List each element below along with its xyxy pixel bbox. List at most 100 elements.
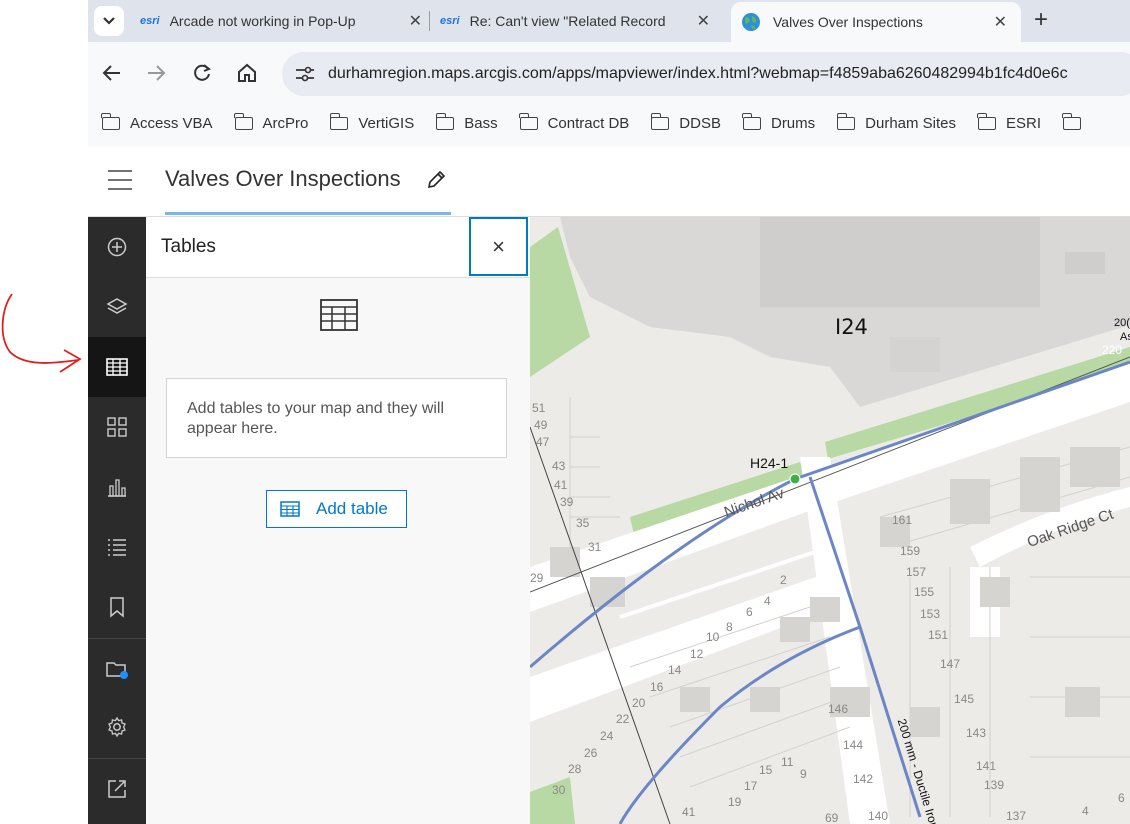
corner-label-c: 220 xyxy=(1102,343,1123,357)
address-label: 31 xyxy=(588,540,602,554)
valve-label: H24-1 xyxy=(750,455,789,471)
layers-button[interactable] xyxy=(88,277,146,337)
tab-search-button[interactable] xyxy=(94,6,124,36)
close-icon: × xyxy=(492,233,505,259)
back-icon[interactable] xyxy=(102,64,122,82)
folder-icon xyxy=(518,112,538,130)
address-label: 143 xyxy=(966,726,987,740)
bookmark-label: ArcPro xyxy=(262,114,309,132)
site-settings-icon[interactable] xyxy=(294,65,316,83)
address-label: 26 xyxy=(584,746,598,760)
address-label: 28 xyxy=(568,762,582,776)
close-tab-icon[interactable]: ✕ xyxy=(994,12,1007,32)
tables-button[interactable] xyxy=(88,337,146,397)
panel-header: Tables × xyxy=(146,217,530,278)
tab-valves-active[interactable]: Valves Over Inspections ✕ xyxy=(731,2,1021,42)
settings-button[interactable] xyxy=(88,697,146,757)
bookmark-arcpro[interactable]: ArcPro xyxy=(233,112,309,132)
address-label: 14 xyxy=(668,663,682,677)
address-label: 147 xyxy=(940,657,961,671)
address-label: 11 xyxy=(781,755,794,769)
corner-label-b: As xyxy=(1120,331,1130,343)
table-icon xyxy=(320,299,358,331)
share-button[interactable] xyxy=(88,759,146,819)
bookmark-label: Durham Sites xyxy=(865,114,957,132)
bar-chart-icon xyxy=(108,479,126,497)
home-icon[interactable] xyxy=(236,63,258,83)
grid-apps-icon xyxy=(107,417,127,437)
bookmark-ddsb[interactable]: DDSB xyxy=(650,112,721,132)
panel-close-button[interactable]: × xyxy=(469,217,528,276)
map-view[interactable]: I24 H24-1 Nichol Av Oak Ridge Ct 200 mm … xyxy=(530,217,1130,824)
address-label: 12 xyxy=(690,647,704,661)
bookmarks-bar: Access VBA ArcPro VertiGIS Bass Contract… xyxy=(88,100,1130,146)
bookmark-label: Contract DB xyxy=(547,114,630,132)
table-icon xyxy=(106,358,128,376)
add-circle-icon xyxy=(107,237,127,257)
bookmark-access-vba[interactable]: Access VBA xyxy=(101,112,213,132)
folder-icon xyxy=(1062,112,1082,130)
address-label: 22 xyxy=(616,712,630,726)
address-label: 47 xyxy=(536,435,550,449)
basemap-button[interactable] xyxy=(88,639,146,699)
tab-strip: esri Arcade not working in Pop-Up ✕ esri… xyxy=(88,0,1130,42)
close-tab-icon[interactable]: ✕ xyxy=(409,11,422,31)
folder-icon xyxy=(742,112,761,130)
valve-marker[interactable] xyxy=(789,473,801,485)
new-tab-button[interactable]: + xyxy=(1034,6,1048,34)
tab-related-record[interactable]: esri Re: Can't view "Related Record ✕ xyxy=(440,4,718,38)
map-canvas[interactable] xyxy=(530,217,1130,824)
esri-favicon-icon: esri xyxy=(440,15,460,27)
address-label: 4 xyxy=(1082,804,1089,818)
legend-button[interactable] xyxy=(88,517,146,577)
globe-icon xyxy=(742,13,760,31)
address-label: 43 xyxy=(552,459,566,473)
bookmark-label: ESRI xyxy=(1006,114,1042,132)
address-bar[interactable]: durhamregion.maps.arcgis.com/apps/mapvie… xyxy=(282,52,1130,96)
address-label: 30 xyxy=(552,783,566,797)
list-icon xyxy=(108,539,126,556)
address-label: 20 xyxy=(632,696,646,710)
address-label: 35 xyxy=(576,516,590,530)
table-icon xyxy=(280,501,300,517)
edit-pencil-icon[interactable] xyxy=(426,170,446,190)
bookmark-bass[interactable]: Bass xyxy=(435,112,498,132)
forward-icon[interactable] xyxy=(146,64,166,82)
add-table-button[interactable]: Add table xyxy=(266,490,407,528)
address-label: 41 xyxy=(554,478,568,492)
folder-icon xyxy=(836,112,856,130)
bookmark-vertigis[interactable]: VertiGIS xyxy=(329,112,415,132)
url-text[interactable]: durhamregion.maps.arcgis.com/apps/mapvie… xyxy=(328,65,1068,83)
address-label: 140 xyxy=(868,809,889,823)
tab-arcade[interactable]: esri Arcade not working in Pop-Up ✕ xyxy=(140,4,430,38)
address-label: 19 xyxy=(728,795,742,809)
bookmark-more[interactable] xyxy=(1062,112,1091,130)
bookmarks-button[interactable] xyxy=(88,577,146,637)
add-layer-button[interactable] xyxy=(88,217,146,277)
widgets-button[interactable] xyxy=(88,397,146,457)
title-underline xyxy=(165,212,451,215)
bookmark-esri[interactable]: ESRI xyxy=(977,112,1042,132)
bookmark-label: VertiGIS xyxy=(358,114,415,132)
reload-icon[interactable] xyxy=(192,63,212,83)
tab-title: Valves Over Inspections xyxy=(773,14,923,30)
menu-icon[interactable] xyxy=(108,169,132,191)
address-label: 159 xyxy=(900,544,921,558)
address-label: 15 xyxy=(759,763,773,777)
chevron-down-icon xyxy=(103,17,115,25)
address-label: 39 xyxy=(560,495,574,509)
folder-icon xyxy=(329,112,349,130)
bookmark-durham-sites[interactable]: Durham Sites xyxy=(836,112,957,132)
left-action-bar xyxy=(88,217,146,824)
address-label: 69 xyxy=(825,811,839,824)
address-label: 6 xyxy=(746,605,753,619)
address-label: 141 xyxy=(976,759,997,773)
address-label: 142 xyxy=(853,772,874,786)
close-tab-icon[interactable]: ✕ xyxy=(697,11,710,31)
charts-button[interactable] xyxy=(88,457,146,517)
address-label: 151 xyxy=(928,628,949,642)
bookmark-drums[interactable]: Drums xyxy=(742,112,815,132)
bookmark-contract-db[interactable]: Contract DB xyxy=(518,112,630,132)
address-label: 144 xyxy=(843,738,864,752)
bookmark-label: Bass xyxy=(464,114,498,132)
